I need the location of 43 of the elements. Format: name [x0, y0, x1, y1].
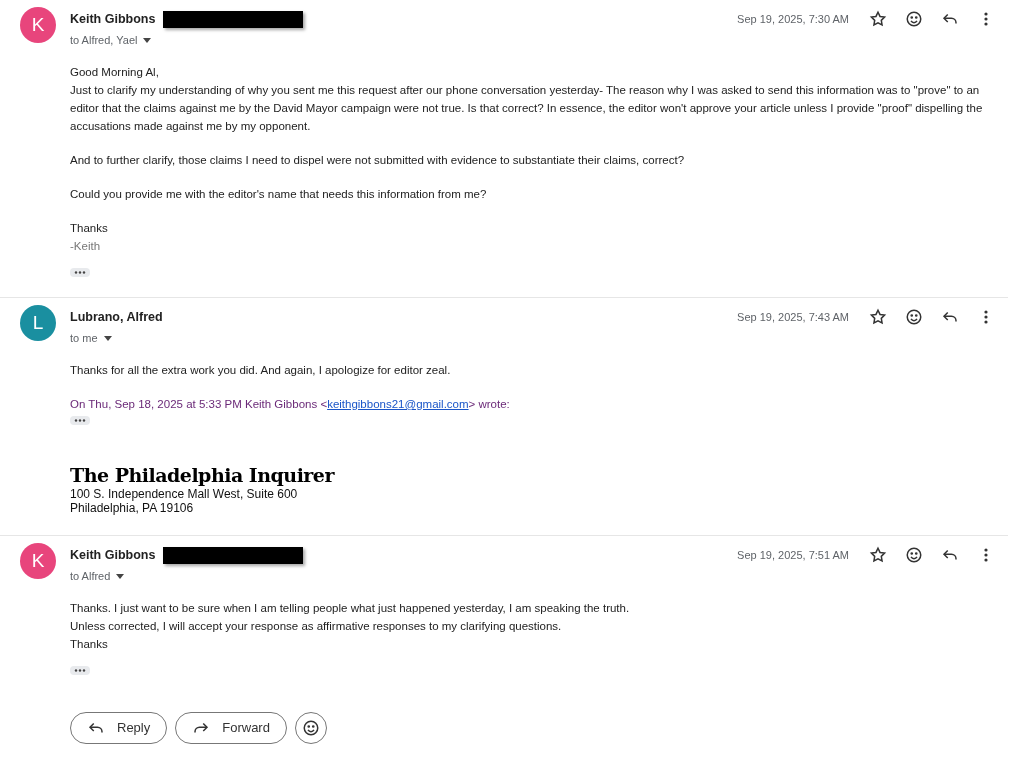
- sender-name: Keith Gibbons: [70, 10, 156, 28]
- emoji-icon[interactable]: [301, 719, 320, 737]
- message-date: Sep 19, 2025, 7:51 AM: [737, 547, 849, 563]
- emoji-icon[interactable]: [905, 308, 923, 326]
- message-text: Thanks: [70, 637, 109, 652]
- address-line: 100 S. Independence Mall West, Suite 600: [70, 487, 299, 501]
- message-text: And to further clarify, those claims I need to dispel were not submitted with evidence to substantiate their claims, correct?: [70, 153, 686, 168]
- show-trimmed-icon[interactable]: [70, 416, 90, 425]
- avatar: L: [20, 305, 56, 341]
- address-line: Philadelphia, PA 19106: [70, 501, 195, 515]
- message-text: Thanks: [70, 221, 109, 236]
- more-icon[interactable]: [984, 310, 988, 324]
- star-icon[interactable]: [869, 10, 887, 28]
- show-trimmed-icon[interactable]: [70, 666, 90, 675]
- message-text: Good Morning Al,: [70, 65, 160, 80]
- avatar: K: [20, 543, 56, 579]
- emoji-icon[interactable]: [905, 10, 923, 28]
- email-link[interactable]: keithgibbons21@gmail.com: [327, 398, 469, 410]
- caret-icon[interactable]: [103, 335, 112, 341]
- message-text: Thanks for all the extra work you did. And again, I apologize for editor zeal.: [70, 363, 452, 378]
- star-icon[interactable]: [869, 308, 887, 326]
- more-icon[interactable]: [984, 12, 988, 26]
- message-text: Unless corrected, I will accept your response as affirmative responses to my clarifying questions.: [70, 619, 563, 634]
- recipients: to Alfred: [70, 568, 111, 584]
- recipients: to me: [70, 330, 98, 346]
- caret-icon[interactable]: [143, 37, 152, 43]
- message-text: Thanks. I just want to be sure when I am telling people what just happened yesterday, I am speaking the truth.: [70, 601, 631, 616]
- message-text: Just to clarify my understanding of why you sent me this request after our phone conversation yesterday- The reason why I was asked to send this information was to "prove" to an editor that the claims against me by the David Mayor campaign were not true. Is that correct? In essence, the editor won't approve your article unless I provide "proof" dispelling the accusations made against me by my opponent.: [70, 83, 984, 134]
- signature: -Keith: [70, 239, 102, 254]
- message-text: Could you provide me with the editor's name that needs this information from me?: [70, 187, 488, 202]
- show-trimmed-icon[interactable]: [70, 268, 90, 277]
- avatar: K: [20, 7, 56, 43]
- more-icon[interactable]: [984, 548, 988, 562]
- message-date: Sep 19, 2025, 7:30 AM: [737, 11, 849, 27]
- sender-name: Lubrano, Alfred: [70, 308, 163, 326]
- newspaper-logo: The Philadelphia Inquirer: [70, 463, 336, 487]
- sender-name: Keith Gibbons: [70, 546, 156, 564]
- message-date: Sep 19, 2025, 7:43 AM: [737, 309, 849, 325]
- caret-icon[interactable]: [116, 573, 125, 579]
- star-icon[interactable]: [869, 546, 887, 564]
- recipients: to Alfred, Yael: [70, 32, 138, 48]
- quote-header: On Thu, Sep 18, 2025 at 5:33 PM Keith Gibbons <keithgibbons21@gmail.com> wrote:: [70, 397, 511, 412]
- emoji-icon[interactable]: [905, 546, 923, 564]
